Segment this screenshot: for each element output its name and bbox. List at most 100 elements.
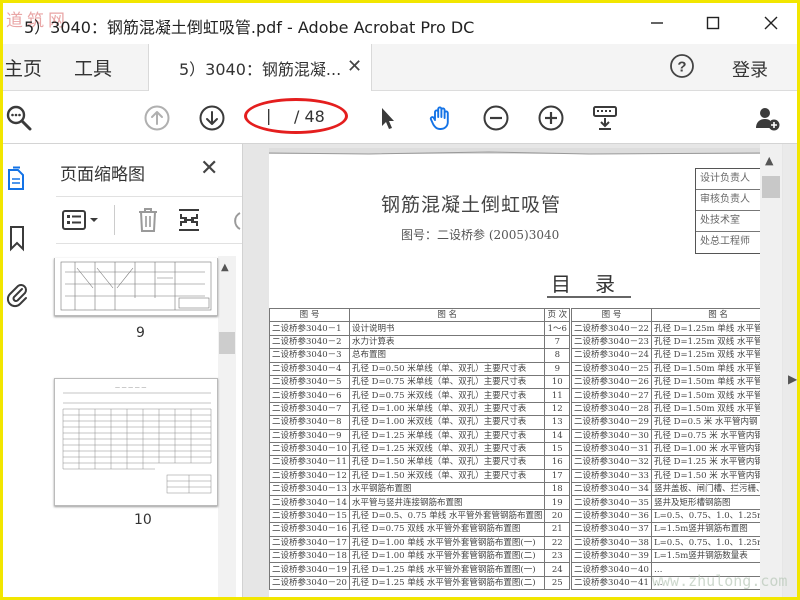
table-cell: 二设桥参3040－41 (571, 575, 652, 591)
tab-document[interactable]: 5）3040：钢筋混凝... ✕ (148, 44, 372, 91)
minimize-icon (651, 22, 663, 24)
stamp-row: 处总工程师 (700, 236, 750, 247)
table-cell: 二设桥参3040－39 (571, 549, 652, 564)
minimize-button[interactable] (642, 10, 672, 36)
thumbnail-page-9[interactable] (54, 258, 218, 316)
previous-page-button[interactable] (142, 103, 172, 133)
table-cell: 二设桥参3040－4 (269, 361, 350, 376)
close-tab-icon[interactable]: ✕ (347, 56, 362, 77)
table-row: 二设桥参3040－34竖井盖板、闸门槽、拦污栅、铁梯 (571, 482, 761, 497)
help-icon[interactable]: ? (668, 52, 696, 80)
table-row: 二设桥参3040－12 孔径 D=1.50 米双线（单、双孔）主要尺寸表 17 (269, 468, 571, 484)
table-row: 二设桥参3040－19 孔径 D=1.25 单线 水平管外套管钢筋布置图(一) 24 (269, 562, 571, 577)
toc-table-left: 图 号 图 名 页 次 二设桥参3040－1 设计说明书 1～6 二设桥参3040－2… (269, 307, 571, 591)
next-page-button[interactable] (197, 103, 227, 133)
table-row: 二设桥参3040－30 孔径 D=0.75 米 水平管内钢 (571, 428, 761, 443)
scroll-up-icon[interactable]: ▲ (765, 154, 773, 167)
table-row: 二设桥参3040－18 孔径 D=1.00 单线 水平管外套管钢筋布置图(二) 23 (269, 549, 571, 564)
table-cell: 孔径 D=1.50m 双线 水平管外套 (650, 388, 761, 403)
window-title: 5）3040：钢筋混凝土倒虹吸管.pdf - Adobe Acrobat Pro… (24, 18, 475, 37)
close-window-button[interactable] (756, 10, 786, 36)
attachment-icon[interactable] (4, 280, 30, 308)
document-scrollbar[interactable]: ▲ (760, 144, 782, 600)
table-cell: 二设桥参3040－17 (269, 535, 350, 551)
tools-divider (114, 205, 115, 235)
table-row: 二设桥参3040－5 孔径 D=0.75 米单线（单、双孔）主要尺寸表 10 (269, 374, 571, 390)
footer-watermark: www.zhulong.com (652, 572, 788, 590)
page-thumbnails-icon[interactable] (4, 166, 30, 194)
table-row: 二设桥参3040－4 孔径 D=0.50 米单线（单、双孔）主要尺寸表 9 (269, 361, 571, 376)
table-cell: 二设桥参3040－31 (571, 441, 652, 457)
thumbnail-drawing (60, 261, 212, 311)
login-button[interactable]: 登录 (732, 56, 768, 82)
table-cell: 二设桥参3040－23 (571, 334, 652, 350)
zoom-in-button[interactable] (536, 103, 566, 133)
table-cell: 设计说明书 (348, 321, 546, 336)
extract-pages-icon[interactable] (176, 207, 202, 233)
table-cell: 孔径 D=1.00 单线 水平管外套管钢筋布置图(一) (348, 535, 546, 551)
table-cell: 13 (544, 415, 571, 430)
thumbnail-page-10[interactable]: — — — — — (54, 378, 218, 506)
document-viewport[interactable]: 钢筋混凝土倒虹吸管 图号：二设桥参 (2005)3040 设计负责人 审核负责人… (243, 144, 783, 600)
pdf-page: 钢筋混凝土倒虹吸管 图号：二设桥参 (2005)3040 设计负责人 审核负责人… (269, 148, 761, 600)
trash-icon[interactable] (136, 207, 160, 233)
table-cell: 孔径 D=1.00 米双线（单、双孔）主要尺寸表 (348, 415, 546, 430)
table-cell: 孔径 D=0.5 米 水平管内钢 (650, 415, 761, 430)
tab-tools[interactable]: 工具 (74, 54, 112, 81)
search-button[interactable] (4, 103, 34, 133)
thumbnail-scrollbar[interactable]: ▲ (218, 256, 236, 600)
thumbnail-label: 9 (136, 325, 145, 341)
table-cell: 二设桥参3040－27 (571, 388, 652, 403)
rotate-icon[interactable] (226, 209, 242, 231)
tab-home[interactable]: 主页 (4, 54, 42, 81)
toc-title: 目录 (551, 272, 639, 296)
table-cell: 孔径 D=1.25 单线 水平管外套管钢筋布置图(一) (348, 562, 546, 577)
table-cell: 二设桥参3040－25 (571, 361, 652, 376)
table-row: 二设桥参3040－36L=0.5、0.75、1.0、1.25m竖井 (571, 508, 761, 524)
table-cell: 孔径 D=0.5、0.75 单线 水平管外套管钢筋布置图 (348, 508, 546, 524)
keyboard-tool-button[interactable] (590, 103, 620, 133)
table-row: 二设桥参3040－11 孔径 D=1.50 米单线（单、双孔）主要尺寸表 16 (269, 455, 571, 470)
arrow-up-circle-icon (144, 105, 170, 131)
column-header: 图 号 (571, 307, 652, 323)
thumbnail-label: 10 (134, 512, 152, 528)
close-panel-icon[interactable]: ✕ (200, 156, 218, 181)
table-row: 二设桥参3040－17 孔径 D=1.00 单线 水平管外套管钢筋布置图(一) 22 (269, 535, 571, 551)
bookmark-icon[interactable] (4, 224, 30, 252)
document-code: 图号：二设桥参 (2005)3040 (401, 228, 560, 242)
table-row: 二设桥参3040－8 孔径 D=1.00 米双线（单、双孔）主要尺寸表 13 (269, 415, 571, 430)
maximize-button[interactable] (698, 10, 728, 36)
table-cell: 11 (544, 388, 571, 403)
table-cell: 水力计算表 (348, 334, 546, 350)
options-menu-icon[interactable] (62, 209, 102, 231)
minus-circle-icon (483, 105, 509, 131)
table-cell: 孔径 D=1.00 米 水平管内钢 (650, 441, 761, 457)
thumbnail-panel: 页面缩略图 ✕ ▲ 9 — — — — — 10 (42, 144, 243, 600)
scroll-up-icon[interactable]: ▲ (221, 262, 229, 273)
thumbnail-drawing: — — — — — (62, 385, 212, 494)
select-tool-button[interactable] (372, 103, 402, 133)
table-row: 二设桥参3040－14 水平管与竖井连接钢筋布置图 19 (269, 495, 571, 510)
table-cell: 7 (544, 334, 571, 350)
table-row: 二设桥参3040－1 设计说明书 1～6 (269, 321, 571, 336)
zoom-out-button[interactable] (481, 103, 511, 133)
scrollbar-thumb[interactable] (762, 176, 780, 198)
table-cell: 二设桥参3040－14 (269, 495, 350, 510)
table-cell: 23 (544, 549, 571, 564)
scrollbar-thumb[interactable] (219, 332, 235, 354)
table-cell: 二设桥参3040－22 (571, 321, 652, 336)
table-cell: 孔径 D=1.25m 双线 水平管外套 (650, 334, 761, 350)
table-cell: 孔径 D=0.75 米双线（单、双孔）主要尺寸表 (348, 388, 546, 403)
table-header-row: 图 号 图 名 (571, 307, 761, 323)
table-row: 二设桥参3040－26孔径 D=1.50m 单线 水平管外套 (571, 374, 761, 390)
add-user-icon (756, 108, 780, 131)
collapse-right-pane-icon[interactable]: ▶ (788, 372, 797, 386)
table-cell: 二设桥参3040－38 (571, 535, 652, 551)
table-row: 二设桥参3040－7 孔径 D=1.00 米单线（单、双孔）主要尺寸表 12 (269, 401, 571, 417)
table-cell: 二设桥参3040－3 (269, 348, 350, 363)
share-user-button[interactable] (752, 103, 782, 133)
hand-tool-button[interactable] (426, 103, 456, 133)
table-cell: 14 (544, 428, 571, 443)
table-row: 二设桥参3040－35 竖井及矩形槽钢筋图 (571, 495, 761, 510)
table-cell: 二设桥参3040－20 (269, 575, 350, 591)
